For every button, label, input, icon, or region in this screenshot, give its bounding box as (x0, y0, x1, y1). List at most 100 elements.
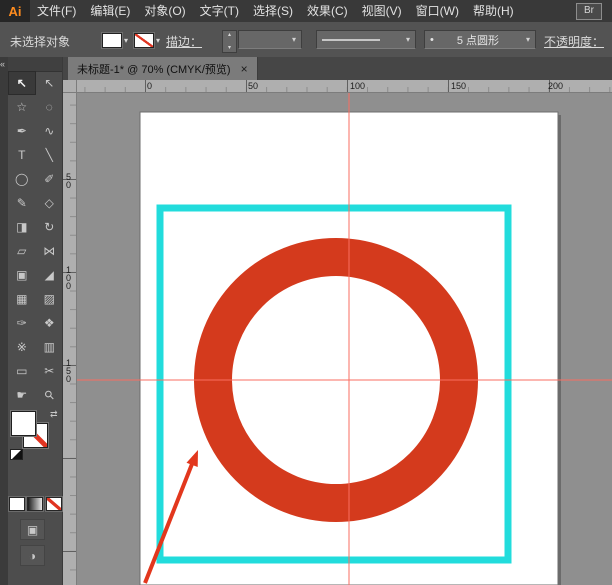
tool-paintbrush[interactable]: ✐ (36, 167, 64, 191)
dropdown-arrow-icon[interactable]: ▾ (292, 35, 296, 44)
eraser-icon: ◨ (16, 220, 28, 234)
stroke-weight-dropdown[interactable]: ▾ (238, 30, 302, 49)
width-icon: ⋈ (43, 244, 56, 258)
menu-item-5[interactable]: 效果(C) (300, 0, 355, 22)
free-transform-icon: ▣ (16, 268, 28, 282)
tool-line-segment[interactable]: ╲ (36, 143, 64, 167)
tool-column-graph[interactable]: ▥ (36, 335, 64, 359)
menu-item-8[interactable]: 帮助(H) (466, 0, 521, 22)
magic-wand-icon: ☆ (16, 100, 28, 114)
tool-eraser[interactable]: ◨ (8, 215, 36, 239)
width-profile-dropdown[interactable]: ▾ (316, 30, 416, 49)
tool-curvature[interactable]: ∿ (36, 119, 64, 143)
canvas-area[interactable] (77, 93, 612, 585)
collapse-panel-icon[interactable]: « (0, 59, 5, 69)
fill-swatch[interactable] (11, 411, 36, 436)
pencil-icon: ✎ (16, 196, 27, 210)
tool-hand[interactable]: ☛ (8, 383, 36, 407)
paintbrush-icon: ✐ (44, 172, 55, 186)
type-icon: T (18, 148, 26, 162)
default-fill-stroke-icon[interactable] (10, 449, 23, 460)
fill-color-swatch[interactable] (102, 33, 122, 48)
tool-perspective-grid[interactable]: ◢ (36, 263, 64, 287)
ai-logo[interactable]: Ai (0, 0, 30, 22)
menu-item-7[interactable]: 窗口(W) (409, 0, 466, 22)
tool-magic-wand[interactable]: ☆ (8, 95, 36, 119)
hruler-label-200: 200 (548, 81, 564, 91)
tool-eyedropper[interactable]: ✑ (8, 311, 36, 335)
dropdown-arrow-icon[interactable]: ▾ (406, 35, 410, 44)
none-button[interactable] (45, 497, 62, 511)
document-tab[interactable]: 未标题-1* @ 70% (CMYK/预览) × (68, 57, 258, 80)
stroke-dropdown-arrow-icon[interactable]: ▾ (156, 36, 160, 45)
canvas-svg (77, 93, 612, 585)
illustrator-window: Ai 文件(F) 编辑(E) 对象(O) 文字(T) 选择(S) 效果(C) 视图(V) 窗口… (0, 0, 612, 585)
tool-mesh[interactable]: ▦ (8, 287, 36, 311)
swap-fill-stroke-icon[interactable]: ⇄ (50, 409, 58, 420)
document-tab-title: 未标题-1* @ 70% (CMYK/预览) (77, 63, 231, 76)
stroke-color-swatch[interactable] (134, 33, 154, 48)
rotate-icon: ↻ (44, 220, 55, 234)
tool-selection[interactable]: ↖ (8, 71, 36, 95)
opacity-link[interactable]: 不透明度： (544, 33, 604, 50)
drawing-mode-button[interactable]: ▣ (20, 519, 45, 540)
direct-selection-icon: ↖ (44, 76, 55, 90)
stepper-down-icon[interactable]: ▾ (228, 45, 231, 51)
stroke-weight-link[interactable]: 描边： (166, 33, 202, 50)
menu-item-4[interactable]: 选择(S) (246, 0, 300, 22)
menu-item-6[interactable]: 视图(V) (355, 0, 409, 22)
ruler-corner[interactable] (63, 80, 77, 93)
slice-icon: ✂ (44, 364, 55, 378)
tools-panel: « ↖ ↖ ☆ ◌ ✒ ∿ T ╲ ◯ ✐ ✎ ◇ ◨ ↻ ▱ ⋈ ▣ ◢ ▦ ▨ ✑ ❖ ※ ▥ ▭ ✂ ☛ ⚲ ⇄ ▣ ◑ (0, 57, 63, 585)
selection-status-label: 未选择对象 (10, 35, 71, 49)
tool-zoom[interactable]: ⚲ (36, 383, 64, 407)
fill-stroke-swatches: ⇄ (8, 409, 63, 461)
tool-shaper[interactable]: ◇ (36, 191, 64, 215)
scale-icon: ▱ (17, 244, 27, 258)
menu-item-1[interactable]: 编辑(E) (83, 0, 137, 22)
tool-ellipse[interactable]: ◯ (8, 167, 36, 191)
tool-blend[interactable]: ❖ (36, 311, 64, 335)
menu-item-3[interactable]: 文字(T) (193, 0, 246, 22)
screen-mode-button[interactable]: ◑ (20, 545, 45, 566)
tool-symbol-sprayer[interactable]: ※ (8, 335, 36, 359)
brush-name: 5 点圆形 (456, 34, 500, 47)
tool-free-transform[interactable]: ▣ (8, 263, 36, 287)
brush-definition-dropdown[interactable]: • 5 点圆形 ▾ (424, 30, 536, 49)
color-button[interactable] (9, 497, 26, 511)
menu-item-2[interactable]: 对象(O) (137, 0, 192, 22)
horizontal-ruler[interactable]: 0 50 100 150 200 (77, 80, 612, 93)
pen-icon: ✒ (16, 124, 27, 138)
tool-type[interactable]: T (8, 143, 36, 167)
brush-preview-icon: • (430, 33, 434, 46)
tool-lasso[interactable]: ◌ (36, 95, 64, 119)
vertical-ruler[interactable]: 50 100 150 (63, 93, 77, 585)
tool-rotate[interactable]: ↻ (36, 215, 64, 239)
gradient-button[interactable] (27, 497, 44, 511)
menu-item-0[interactable]: 文件(F) (30, 0, 83, 22)
curvature-icon: ∿ (44, 124, 55, 138)
zoom-icon: ⚲ (41, 386, 58, 404)
tool-grid: ↖ ↖ ☆ ◌ ✒ ∿ T ╲ ◯ ✐ ✎ ◇ ◨ ↻ ▱ ⋈ ▣ ◢ ▦ ▨ ✑ ❖ ※ ▥ ▭ ✂ ☛ ⚲ (8, 71, 63, 407)
tool-pen[interactable]: ✒ (8, 119, 36, 143)
perspective-grid-icon: ◢ (44, 268, 54, 282)
vruler-label-50: 50 (66, 172, 72, 190)
eyedropper-icon: ✑ (16, 316, 27, 330)
tool-scale[interactable]: ▱ (8, 239, 36, 263)
tool-width[interactable]: ⋈ (36, 239, 64, 263)
stepper-up-icon[interactable]: ▴ (228, 32, 231, 38)
close-tab-icon[interactable]: × (241, 63, 248, 75)
tool-slice[interactable]: ✂ (36, 359, 64, 383)
color-type-buttons (8, 497, 63, 511)
column-graph-icon: ▥ (43, 340, 55, 354)
tool-gradient[interactable]: ▨ (36, 287, 64, 311)
uniform-profile-icon (322, 38, 380, 41)
tools-panel-header[interactable] (8, 57, 62, 72)
stroke-weight-stepper[interactable]: ▴ ▾ (222, 30, 237, 53)
bridge-button[interactable]: Br (576, 3, 602, 20)
tool-pencil[interactable]: ✎ (8, 191, 36, 215)
tool-artboard[interactable]: ▭ (8, 359, 36, 383)
dropdown-arrow-icon[interactable]: ▾ (526, 35, 530, 44)
tool-direct-selection[interactable]: ↖ (36, 71, 64, 95)
fill-dropdown-arrow-icon[interactable]: ▾ (124, 36, 128, 45)
